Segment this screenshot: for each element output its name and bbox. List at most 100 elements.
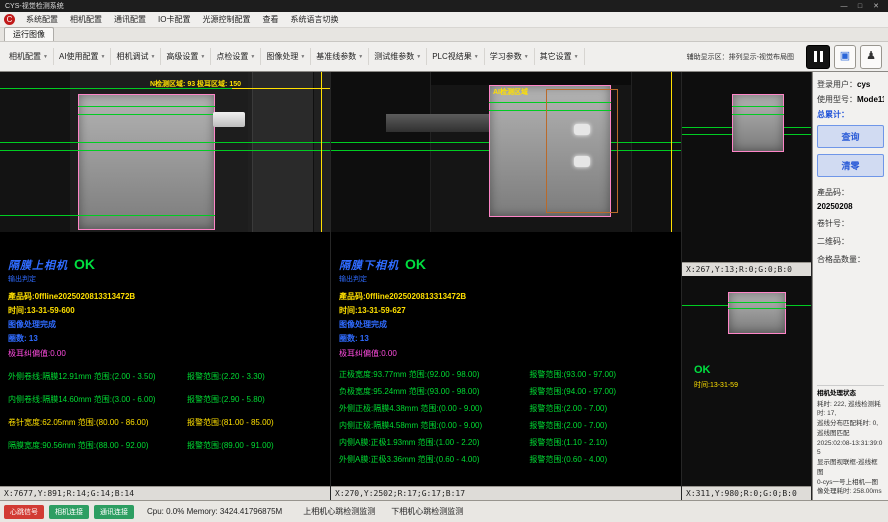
edge-line-green xyxy=(78,114,215,115)
heartbeat-badge: 心跳信号 xyxy=(4,505,44,519)
reflective-spot xyxy=(574,156,590,167)
tb-plc-result[interactable]: PLC视结果▼ xyxy=(427,48,485,65)
login-user-label: 登录用户： xyxy=(817,80,857,89)
measure-text: 内侧A膜:正极1.93mm 范围:(1.00 - 2.20) xyxy=(339,437,529,448)
menu-view[interactable]: 查看 xyxy=(256,13,284,26)
chevron-down-icon: ▼ xyxy=(101,54,106,60)
tb-learning-params-label: 学习参数 xyxy=(490,51,522,62)
menu-light-config[interactable]: 光源控制配置 xyxy=(196,13,256,26)
chevron-down-icon: ▼ xyxy=(474,54,479,60)
measure-row: 外侧正极:隔膜4.38mm 范围:(0.00 - 9.00)报警范围:(2.00… xyxy=(339,403,673,414)
menu-language-switch[interactable]: 系统语言切换 xyxy=(284,13,344,26)
tb-camera-config[interactable]: 相机配置▼ xyxy=(4,48,54,65)
query-button[interactable]: 查询 xyxy=(817,125,884,148)
chevron-down-icon: ▼ xyxy=(524,54,529,60)
stats-block: 相机处理状态 耗时: 222, 巡线检测耗时: 17, 巡线分布匹配耗时: 0,… xyxy=(817,385,884,497)
tb-image-process[interactable]: 图像处理▼ xyxy=(261,48,311,65)
preview-image-bottom[interactable]: OK 时间:13-31-59 xyxy=(682,276,811,486)
preview-panel-bottom: OK 时间:13-31-59 X:311,Y:980;R:0;G:0;B:0 xyxy=(682,276,811,500)
lower-camera-monitor-text: 下相机心跳检测监测 xyxy=(391,506,463,517)
camera-panel-upper: N检测区域: 93 极耳区域: 150 隔膜上相机 OK 输出判定 產品码:0f… xyxy=(0,72,331,500)
minimize-button[interactable]: — xyxy=(837,1,851,12)
tb-camera-debug[interactable]: 相机调试▼ xyxy=(111,48,161,65)
edge-line-green xyxy=(732,114,784,115)
ai-detect-box xyxy=(546,89,618,213)
measure-text: 内侧正极:隔膜4.58mm 范围:(0.00 - 9.00) xyxy=(339,420,529,431)
product-code-text: 產品码:0ffline2025020813313472B xyxy=(8,291,322,302)
alarm-text: 报警范围:(0.60 - 4.00) xyxy=(529,454,607,465)
measure-row: 卷针宽度:62.05mm 范围:(80.00 - 86.00)报警范围:(81.… xyxy=(8,417,322,428)
tb-camera-config-label: 相机配置 xyxy=(9,51,41,62)
roi-overlay-text: N检测区域: 93 极耳区域: 150 xyxy=(150,79,241,89)
model-label: 使用型号： xyxy=(817,95,857,104)
reflective-spot xyxy=(574,124,590,135)
pixel-status-upper: X:7677,Y:891;R:14;G:14;B:14 xyxy=(0,486,330,500)
tb-ai-config[interactable]: AI使用配置▼ xyxy=(54,48,112,65)
output-judgement-label: 输出判定 xyxy=(8,274,322,284)
measure-text: 隔膜宽度:90.56mm 范围:(88.00 - 92.00) xyxy=(8,440,187,451)
camera-capture-button[interactable]: ▣ xyxy=(834,45,856,69)
camera-image-lower[interactable]: AI检测区域 xyxy=(331,72,681,232)
stats-line: 巡线分布匹配耗时: 0, 巡线图匹配 xyxy=(817,419,884,439)
stats-line: 0-cys一号上相机—图像处理耗时: 258.00ms xyxy=(817,478,884,498)
tb-other-settings[interactable]: 其它设置▼ xyxy=(535,48,585,65)
menu-camera-config[interactable]: 相机配置 xyxy=(64,13,108,26)
result-badge: OK xyxy=(74,256,95,272)
camera-image-upper[interactable]: N检测区域: 93 极耳区域: 150 xyxy=(0,72,330,232)
measure-row: 内侧A膜:正极1.93mm 范围:(1.00 - 2.20)报警范围:(1.10… xyxy=(339,437,673,448)
menu-io-config[interactable]: IO卡配置 xyxy=(152,13,196,26)
chevron-down-icon: ▼ xyxy=(574,54,579,60)
cell-region xyxy=(732,94,784,152)
camera-panel-lower: AI检测区域 隔膜下相机 OK 输出判定 產品码:0ffline20250208… xyxy=(331,72,682,500)
chevron-down-icon: ▼ xyxy=(300,54,305,60)
tb-baseline-params[interactable]: 基准线参数▼ xyxy=(311,48,369,65)
machine-column xyxy=(252,72,314,232)
edge-line-green xyxy=(78,106,215,107)
cpu-memory-text: Cpu: 0.0% Memory: 3424.41796875M xyxy=(147,507,282,516)
machine-right-block xyxy=(631,72,681,232)
pixel-status-lower: X:270,Y:2502;R:17;G:17;B:17 xyxy=(331,486,681,500)
tb-test-params-label: 测试维参数 xyxy=(374,51,414,62)
titlebar: CYS-视觉检测系统 — □ ✕ xyxy=(0,0,888,12)
baseline-yellow xyxy=(232,88,330,89)
alarm-text: 报警范围:(93.00 - 97.00) xyxy=(529,369,616,380)
correction-text: 极耳纠偏值:0.00 xyxy=(339,348,673,359)
time-text: 时间:13-31-59-600 xyxy=(8,305,322,316)
user-button[interactable]: ♟ xyxy=(860,45,882,69)
tb-advanced-settings-label: 高级设置 xyxy=(166,51,198,62)
measure-text: 内侧卷线:隔膜14.60mm 范围:(3.00 - 6.00) xyxy=(8,394,187,405)
tb-learning-params[interactable]: 学习参数▼ xyxy=(485,48,535,65)
tb-image-process-label: 图像处理 xyxy=(266,51,298,62)
result-badge: OK xyxy=(694,364,711,376)
toolbar-icons: ▣ ♟ xyxy=(806,45,882,69)
stats-line: 显示图视联框-巡线框图 xyxy=(817,458,884,478)
measure-text: 外侧正极:隔膜4.38mm 范围:(0.00 - 9.00) xyxy=(339,403,529,414)
preview-image-top[interactable] xyxy=(682,72,811,262)
edge-line-green xyxy=(728,308,786,309)
tb-advanced-settings[interactable]: 高级设置▼ xyxy=(161,48,211,65)
tb-test-params[interactable]: 测试维参数▼ xyxy=(369,48,427,65)
preview-panel-top: X:267,Y:13;R:0;G:0;B:0 xyxy=(682,72,811,276)
roi-line-yellow xyxy=(671,72,672,232)
tb-other-settings-label: 其它设置 xyxy=(540,51,572,62)
roi-overlay-text: AI检测区域 xyxy=(493,87,528,97)
close-button[interactable]: ✕ xyxy=(869,1,883,12)
alarm-text: 报警范围:(81.00 - 85.00) xyxy=(187,417,274,428)
app-window: CYS-视觉检测系统 — □ ✕ C 系统配置 相机配置 通讯配置 IO卡配置 … xyxy=(0,0,888,522)
tab-run-image[interactable]: 运行图像 xyxy=(4,27,54,41)
pause-button[interactable] xyxy=(806,45,830,69)
clear-button[interactable]: 清零 xyxy=(817,154,884,177)
edge-line-green xyxy=(732,106,784,107)
maximize-button[interactable]: □ xyxy=(853,1,867,12)
pixel-status-preview-top: X:267,Y:13;R:0;G:0;B:0 xyxy=(682,262,811,276)
alarm-text: 报警范围:(2.00 - 7.00) xyxy=(529,420,607,431)
measurement-list: 正极宽度:93.77mm 范围:(92.00 - 98.00)报警范围:(93.… xyxy=(339,369,673,465)
tb-spot-check[interactable]: 点检设置▼ xyxy=(211,48,261,65)
menu-comm-config[interactable]: 通讯配置 xyxy=(108,13,152,26)
chevron-down-icon: ▼ xyxy=(200,54,205,60)
side-panel: 登录用户：cys 使用型号：Mode11 总累计： 查询 清零 產品码： 202… xyxy=(812,72,888,500)
results-lower: 隔膜下相机 OK 输出判定 產品码:0ffline202502081331347… xyxy=(331,232,681,486)
pin-number-label: 卷针号： xyxy=(817,219,849,228)
camera-title: 隔膜下相机 xyxy=(339,257,399,273)
menu-system-config[interactable]: 系统配置 xyxy=(20,13,64,26)
